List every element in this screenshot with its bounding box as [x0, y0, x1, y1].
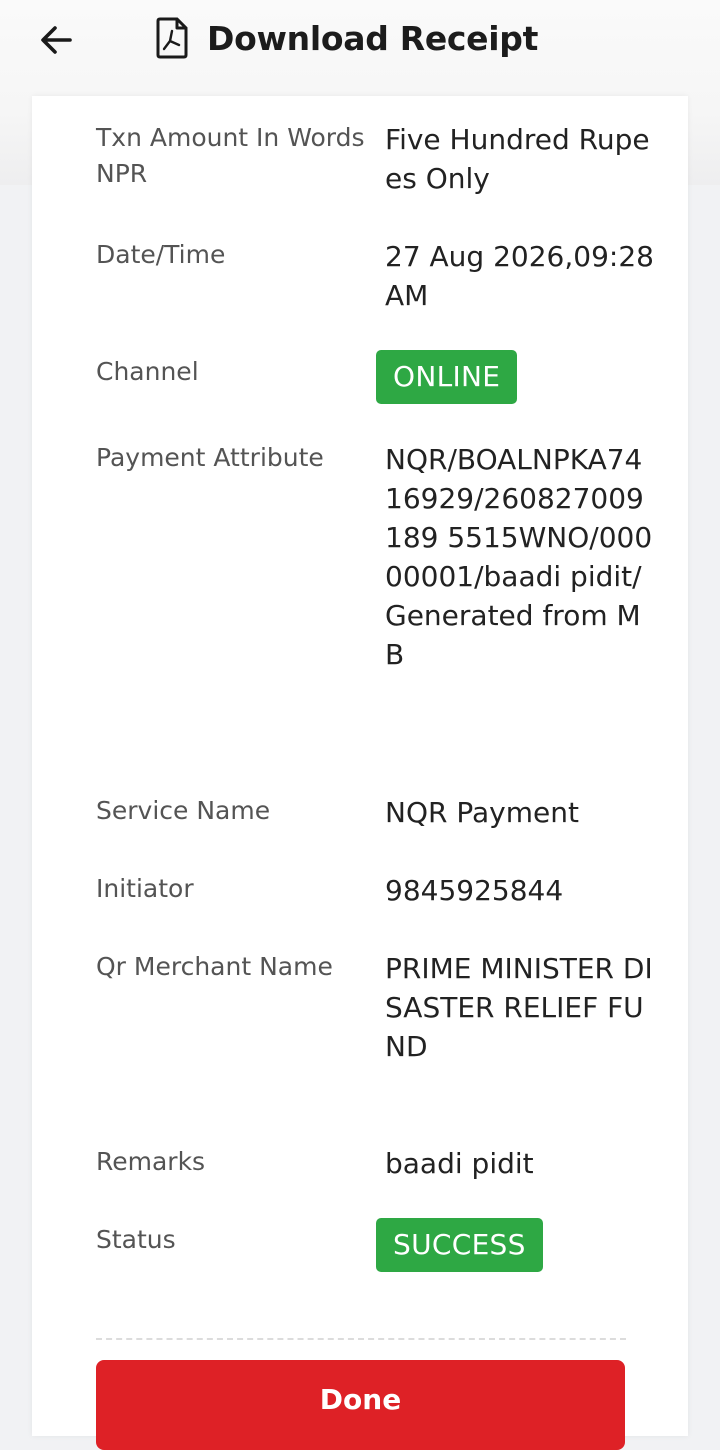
- row-value: NQR/BOALNPKA7416929/260827009189 5515WNO…: [385, 443, 653, 671]
- row-label: Date/Time: [96, 240, 226, 269]
- row-label: Remarks: [96, 1147, 206, 1176]
- row-label: Channel: [96, 357, 199, 386]
- page-title: Download Receipt: [207, 18, 539, 58]
- title-area: Download Receipt: [155, 14, 538, 62]
- row-label: Payment Attribute: [96, 443, 324, 472]
- back-button[interactable]: [34, 18, 78, 62]
- row-value: NQR Payment: [385, 796, 579, 829]
- row-value: Five Hundred Rupees Only: [385, 123, 650, 195]
- row-label: Service Name: [96, 796, 271, 825]
- row-value: baadi pidit: [385, 1147, 534, 1180]
- status-badge: SUCCESS: [376, 1218, 543, 1272]
- dashed-divider: [96, 1338, 626, 1340]
- arrow-left-icon: [41, 26, 72, 54]
- row-label: Txn Amount In Words NPR: [96, 123, 365, 188]
- row-label: Qr Merchant Name: [96, 952, 333, 981]
- pdf-file-icon: [155, 17, 189, 59]
- channel-badge: ONLINE: [376, 350, 518, 404]
- row-value: 27 Aug 2026,09:28 AM: [385, 240, 654, 312]
- receipt-card: Txn Amount In Words NPR Five Hundred Rup…: [32, 96, 688, 1450]
- done-button[interactable]: Done: [96, 1360, 625, 1450]
- row-label: Initiator: [96, 874, 194, 903]
- row-value: 9845925844: [385, 874, 564, 907]
- row-value: PRIME MINISTER DISASTER RELIEF FUND: [385, 952, 653, 1063]
- row-label: Status: [96, 1225, 176, 1254]
